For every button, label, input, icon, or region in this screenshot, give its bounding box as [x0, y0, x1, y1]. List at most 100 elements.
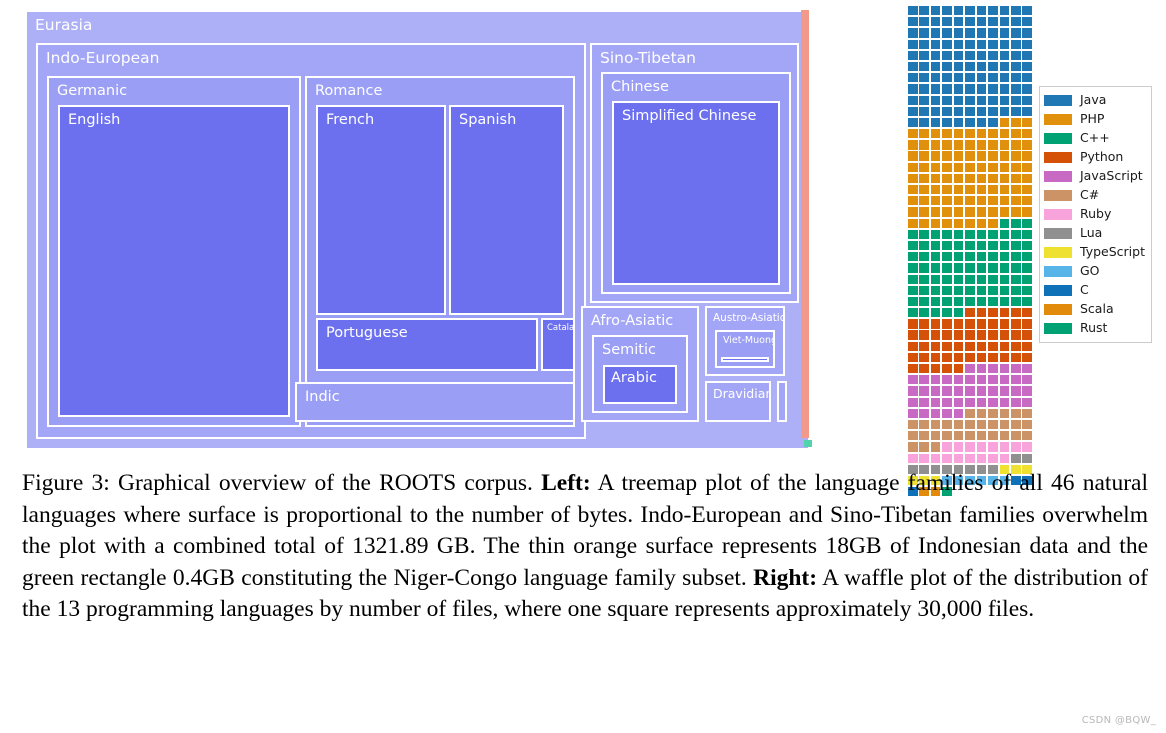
waffle-cell-php — [988, 162, 998, 172]
waffle-cell-javascript — [999, 375, 1010, 385]
waffle-cell-python — [999, 308, 1010, 318]
waffle-cell-python — [908, 330, 918, 340]
waffle-cell-c- — [953, 296, 964, 307]
treemap-strip-niger-congo — [804, 440, 812, 447]
waffle-cell-java — [919, 95, 929, 105]
legend-swatch-icon — [1044, 152, 1072, 163]
waffle-cell-php — [965, 185, 975, 195]
waffle-cell-python — [908, 364, 918, 374]
waffle-cell-python — [919, 352, 929, 363]
waffle-cell-php — [930, 140, 941, 150]
legend-label: C# — [1080, 187, 1100, 203]
waffle-cell-java — [930, 84, 941, 94]
waffle-cell-php — [988, 173, 998, 184]
waffle-cell-java — [919, 73, 929, 83]
treemap-node-arabic: Arabic — [603, 365, 677, 404]
legend-item-php: PHP — [1044, 110, 1145, 129]
waffle-cell-python — [965, 319, 975, 329]
waffle-cell-javascript — [908, 397, 918, 407]
waffle-cell-python — [1022, 341, 1032, 351]
waffle-cell-python — [999, 352, 1010, 363]
legend-swatch-icon — [1044, 133, 1072, 144]
waffle-cell-java — [1011, 106, 1021, 116]
waffle-cell-php — [988, 185, 998, 195]
waffle-cell-javascript — [999, 397, 1010, 407]
waffle-cell-javascript — [919, 375, 929, 385]
waffle-cell-c- — [988, 263, 998, 273]
waffle-cell-java — [942, 73, 952, 83]
waffle-cell-java — [1011, 84, 1021, 94]
waffle-cell-c- — [1011, 419, 1021, 430]
waffle-cell-ruby — [988, 453, 998, 463]
waffle-cell-php — [953, 140, 964, 150]
waffle-cell-javascript — [988, 397, 998, 407]
waffle-cell-php — [1011, 151, 1021, 161]
legend-label: Scala — [1080, 301, 1114, 317]
waffle-cell-php — [965, 207, 975, 217]
legend-label: Lua — [1080, 225, 1103, 241]
legend-swatch-icon — [1044, 323, 1072, 334]
waffle-cell-java — [908, 84, 918, 94]
waffle-cell-python — [965, 308, 975, 318]
waffle-cell-python — [976, 330, 987, 340]
waffle-cell-java — [988, 84, 998, 94]
waffle-cell-python — [919, 319, 929, 329]
waffle-cell-java — [919, 28, 929, 38]
treemap-node-french: French — [316, 105, 446, 315]
waffle-cell-java — [1011, 39, 1021, 49]
waffle-cell-php — [988, 218, 998, 228]
waffle-cell-javascript — [988, 386, 998, 396]
waffle-cell-java — [942, 50, 952, 61]
waffle-cell-c- — [976, 296, 987, 307]
waffle-cell-php — [999, 117, 1010, 128]
waffle-cell-python — [953, 364, 964, 374]
waffle-cell-ruby — [976, 442, 987, 452]
waffle-cell-php — [942, 140, 952, 150]
waffle-cell-javascript — [919, 386, 929, 396]
waffle-cell-c- — [953, 252, 964, 262]
waffle-cell-php — [999, 207, 1010, 217]
legend-item-java: Java — [1044, 91, 1145, 110]
waffle-cell-c- — [988, 296, 998, 307]
waffle-cell-ruby — [953, 453, 964, 463]
waffle-cell-php — [965, 151, 975, 161]
waffle-cell-java — [999, 6, 1010, 16]
waffle-cell-ruby — [1011, 442, 1021, 452]
waffle-cell-php — [930, 173, 941, 184]
waffle-cell-ruby — [976, 453, 987, 463]
legend-label: PHP — [1080, 111, 1105, 127]
waffle-cell-java — [919, 117, 929, 128]
waffle-cell-java — [1022, 17, 1032, 27]
waffle-cell-c- — [1011, 263, 1021, 273]
waffle-cell-ruby — [999, 442, 1010, 452]
legend-item-javascript: JavaScript — [1044, 167, 1145, 186]
treemap-node-label: Portuguese — [326, 325, 408, 341]
waffle-cell-java — [976, 84, 987, 94]
waffle-cell-javascript — [919, 408, 929, 419]
waffle-cell-c- — [919, 296, 929, 307]
waffle-cell-c- — [919, 240, 929, 251]
waffle-cell-c- — [999, 240, 1010, 251]
waffle-cell-java — [999, 50, 1010, 61]
waffle-cell-php — [953, 151, 964, 161]
waffle-cell-java — [953, 117, 964, 128]
treemap-node-label: Indic — [305, 389, 340, 405]
waffle-cell-c- — [953, 308, 964, 318]
waffle-cell-java — [1011, 95, 1021, 105]
waffle-cell-c- — [930, 431, 941, 441]
waffle-cell-php — [942, 185, 952, 195]
waffle-cell-javascript — [942, 397, 952, 407]
waffle-cell-java — [1011, 50, 1021, 61]
waffle-cell-c- — [930, 419, 941, 430]
waffle-cell-python — [930, 364, 941, 374]
waffle-cell-php — [953, 173, 964, 184]
treemap-node-label: Dravidian — [713, 386, 771, 401]
legend-swatch-icon — [1044, 247, 1072, 258]
waffle-cell-php — [976, 218, 987, 228]
waffle-cell-php — [919, 218, 929, 228]
waffle-cell-c- — [1022, 285, 1032, 295]
waffle-cell-php — [930, 162, 941, 172]
waffle-cell-c- — [919, 285, 929, 295]
waffle-cell-python — [930, 330, 941, 340]
waffle-cell-java — [965, 17, 975, 27]
